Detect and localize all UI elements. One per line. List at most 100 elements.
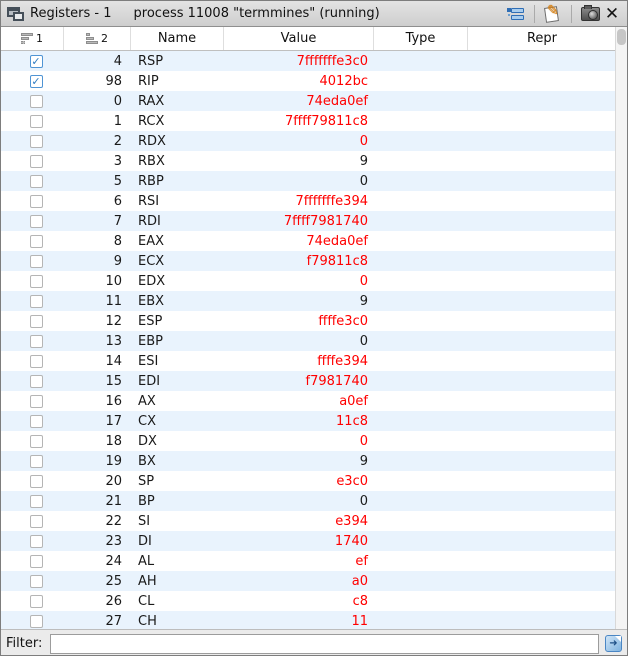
table-row[interactable]: 6 RSI 7fffffffe394 [1,191,617,211]
table-row[interactable]: 5 RBP 0 [1,171,617,191]
favorite-checkbox[interactable] [30,555,43,568]
register-value[interactable]: 0 [224,334,374,349]
table-row[interactable]: 19 BX 9 [1,451,617,471]
register-value[interactable]: 7ffff79811c8 [224,114,374,129]
favorite-checkbox[interactable] [30,115,43,128]
table-row[interactable]: 27 CH 11 [1,611,617,629]
favorite-checkbox[interactable] [30,135,43,148]
table-row[interactable]: 17 CX 11c8 [1,411,617,431]
table-row[interactable]: 7 RDI 7ffff7981740 [1,211,617,231]
favorite-checkbox[interactable] [30,415,43,428]
column-header-name[interactable]: Name [131,27,224,50]
favorite-checkbox[interactable] [30,375,43,388]
favorite-checkbox[interactable] [30,235,43,248]
favorite-checkbox[interactable] [30,215,43,228]
table-row[interactable]: 25 AH a0 [1,571,617,591]
table-row[interactable]: 0 RAX 74eda0ef [1,91,617,111]
register-value[interactable]: ef [224,554,374,569]
table-row[interactable]: 24 AL ef [1,551,617,571]
register-value[interactable]: a0 [224,574,374,589]
table-row[interactable]: 8 EAX 74eda0ef [1,231,617,251]
register-value[interactable]: a0ef [224,394,374,409]
favorite-checkbox[interactable] [30,515,43,528]
column-header-repr[interactable]: Repr [468,27,617,50]
register-value[interactable]: 9 [224,454,374,469]
register-value[interactable]: 0 [224,174,374,189]
table-row[interactable]: 22 SI e394 [1,511,617,531]
table-row[interactable]: 21 BP 0 [1,491,617,511]
favorite-checkbox[interactable] [30,495,43,508]
favorite-checkbox[interactable] [30,335,43,348]
table-row[interactable]: ✓ 98 RIP 4012bc [1,71,617,91]
favorite-checkbox[interactable] [30,435,43,448]
favorite-checkbox[interactable] [30,395,43,408]
register-value[interactable]: 0 [224,274,374,289]
table-row[interactable]: 1 RCX 7ffff79811c8 [1,111,617,131]
register-value[interactable]: c8 [224,594,374,609]
favorite-checkbox[interactable] [30,315,43,328]
favorite-checkbox[interactable]: ✓ [30,75,43,88]
enable-edits-icon[interactable]: ✎ [542,3,564,25]
favorite-checkbox[interactable] [30,535,43,548]
table-row[interactable]: 2 RDX 0 [1,131,617,151]
register-value[interactable]: 7ffff7981740 [224,214,374,229]
register-value[interactable]: f79811c8 [224,254,374,269]
scrollbar-thumb[interactable] [617,29,626,45]
register-value[interactable]: 1740 [224,534,374,549]
filter-input[interactable] [50,634,599,654]
register-value[interactable]: 0 [224,434,374,449]
column-header-value[interactable]: Value [224,27,374,50]
table-row[interactable]: 12 ESP ffffe3c0 [1,311,617,331]
filter-options-icon[interactable]: ➜ [605,635,622,652]
table-row[interactable]: 11 EBX 9 [1,291,617,311]
vertical-scrollbar[interactable] [615,27,627,629]
column-header-favorite[interactable]: 1 [1,27,64,50]
register-value[interactable]: 0 [224,134,374,149]
table-row[interactable]: 3 RBX 9 [1,151,617,171]
favorite-checkbox[interactable] [30,595,43,608]
register-value[interactable]: ffffe394 [224,354,374,369]
register-value[interactable]: e394 [224,514,374,529]
favorite-checkbox[interactable] [30,475,43,488]
favorite-checkbox[interactable] [30,95,43,108]
close-icon[interactable]: ✕ [601,3,623,25]
table-row[interactable]: 20 SP e3c0 [1,471,617,491]
favorite-checkbox[interactable] [30,275,43,288]
favorite-checkbox[interactable] [30,255,43,268]
favorite-checkbox[interactable] [30,355,43,368]
register-value[interactable]: 74eda0ef [224,234,374,249]
column-header-number[interactable]: 2 [64,27,131,50]
table-row[interactable]: 18 DX 0 [1,431,617,451]
register-value[interactable]: 11 [224,614,374,629]
table-row[interactable]: 23 DI 1740 [1,531,617,551]
register-value[interactable]: 7fffffffe394 [224,194,374,209]
favorite-checkbox[interactable]: ✓ [30,55,43,68]
register-value[interactable]: ffffe3c0 [224,314,374,329]
table-row[interactable]: 10 EDX 0 [1,271,617,291]
snapshot-camera-icon[interactable] [579,3,601,25]
table-row[interactable]: 15 EDI f7981740 [1,371,617,391]
auto-read-stack-icon[interactable] [505,3,527,25]
register-value[interactable]: 9 [224,154,374,169]
favorite-checkbox[interactable] [30,575,43,588]
table-row[interactable]: 16 AX a0ef [1,391,617,411]
register-value[interactable]: e3c0 [224,474,374,489]
favorite-checkbox[interactable] [30,615,43,628]
register-value[interactable]: 4012bc [224,74,374,89]
table-row[interactable]: 13 EBP 0 [1,331,617,351]
favorite-checkbox[interactable] [30,175,43,188]
register-value[interactable]: 11c8 [224,414,374,429]
favorite-checkbox[interactable] [30,455,43,468]
register-value[interactable]: f7981740 [224,374,374,389]
table-row[interactable]: 9 ECX f79811c8 [1,251,617,271]
table-row[interactable]: ✓ 4 RSP 7fffffffe3c0 [1,51,617,71]
register-value[interactable]: 7fffffffe3c0 [224,54,374,69]
register-value[interactable]: 74eda0ef [224,94,374,109]
favorite-checkbox[interactable] [30,155,43,168]
table-row[interactable]: 14 ESI ffffe394 [1,351,617,371]
register-value[interactable]: 9 [224,294,374,309]
column-header-type[interactable]: Type [374,27,468,50]
favorite-checkbox[interactable] [30,295,43,308]
register-value[interactable]: 0 [224,494,374,509]
table-row[interactable]: 26 CL c8 [1,591,617,611]
